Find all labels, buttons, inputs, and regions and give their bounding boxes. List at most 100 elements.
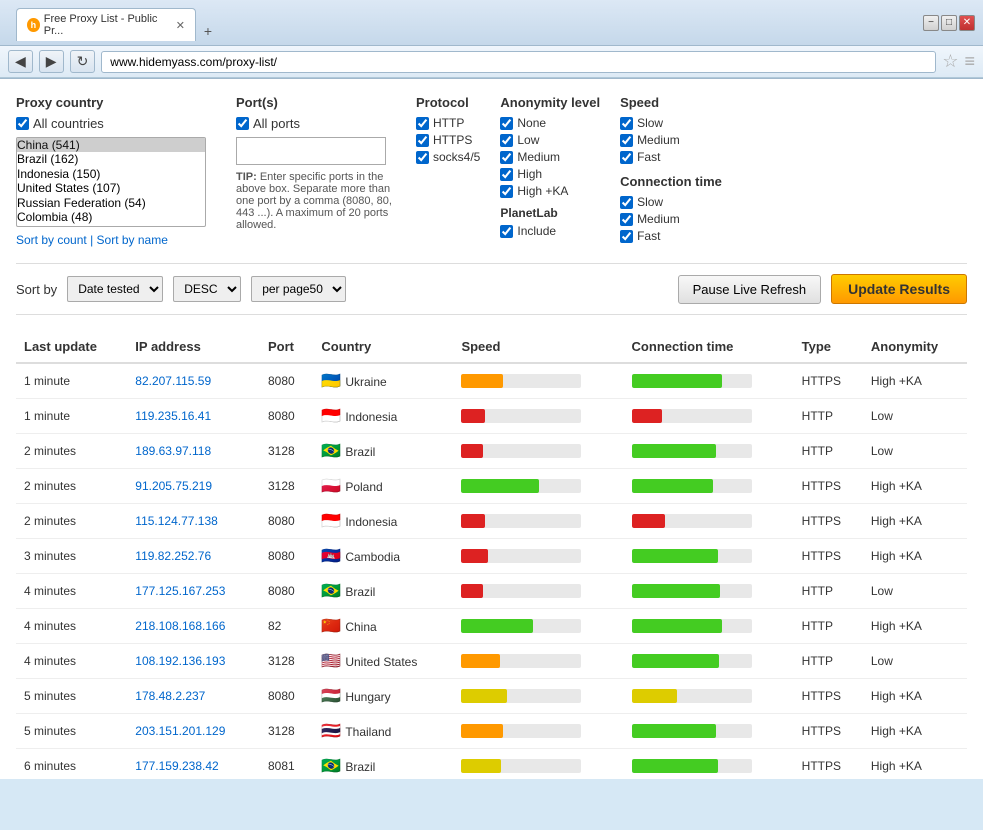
sort-by-name-link[interactable]: Sort by name: [97, 233, 168, 247]
country-list[interactable]: China (541) Brazil (162) Indonesia (150)…: [16, 137, 206, 227]
ports-filter: Port(s) All ports TIP: Enter specific po…: [236, 95, 396, 231]
flag-icon: 🇧🇷: [321, 443, 341, 460]
protocol-socks-checkbox[interactable]: [416, 151, 429, 164]
cell-anonymity: Low: [863, 574, 967, 609]
all-ports-checkbox[interactable]: [236, 117, 249, 130]
cell-ip[interactable]: 218.108.168.166: [127, 609, 260, 644]
ip-link[interactable]: 218.108.168.166: [135, 619, 225, 633]
cell-ip[interactable]: 203.151.201.129: [127, 714, 260, 749]
cell-ip[interactable]: 91.205.75.219: [127, 469, 260, 504]
anon-highka-checkbox[interactable]: [500, 185, 513, 198]
table-row: 1 minute 119.235.16.41 8080 🇮🇩Indonesia …: [16, 399, 967, 434]
ip-link[interactable]: 119.82.252.76: [135, 549, 211, 563]
conn-bar-fill: [632, 409, 662, 423]
refresh-button[interactable]: ↻: [70, 50, 96, 73]
cell-speed: [453, 679, 623, 714]
anon-none-checkbox[interactable]: [500, 117, 513, 130]
proxy-country-label: Proxy country: [16, 95, 216, 110]
active-tab[interactable]: h Free Proxy List - Public Pr... ✕: [16, 8, 196, 41]
cell-type: HTTP: [794, 434, 863, 469]
tab-close-icon[interactable]: ✕: [176, 19, 185, 32]
cell-ip[interactable]: 189.63.97.118: [127, 434, 260, 469]
cell-port: 8080: [260, 679, 313, 714]
cell-speed: [453, 399, 623, 434]
table-row: 1 minute 82.207.115.59 8080 🇺🇦Ukraine HT…: [16, 363, 967, 399]
sort-by-label: Sort by: [16, 282, 57, 297]
cell-ip[interactable]: 115.124.77.138: [127, 504, 260, 539]
sort-field-select[interactable]: Date tested: [67, 276, 163, 302]
star-icon[interactable]: ☆: [942, 51, 958, 72]
cell-ip[interactable]: 178.48.2.237: [127, 679, 260, 714]
ip-link[interactable]: 91.205.75.219: [135, 479, 212, 493]
cell-last-update: 5 minutes: [16, 714, 127, 749]
menu-icon[interactable]: ≡: [964, 51, 975, 72]
cell-ip[interactable]: 82.207.115.59: [127, 363, 260, 399]
cell-country: 🇧🇷Brazil: [313, 749, 453, 780]
cell-country: 🇵🇱Poland: [313, 469, 453, 504]
ip-link[interactable]: 177.125.167.253: [135, 584, 225, 598]
cell-port: 8080: [260, 539, 313, 574]
cell-ip[interactable]: 108.192.136.193: [127, 644, 260, 679]
cell-ip[interactable]: 119.82.252.76: [127, 539, 260, 574]
cell-connection-time: [624, 609, 794, 644]
planetlab-include-checkbox[interactable]: [500, 225, 513, 238]
cell-ip[interactable]: 119.235.16.41: [127, 399, 260, 434]
back-button[interactable]: ◀: [8, 50, 33, 73]
filters-section: Proxy country All countries China (541) …: [16, 95, 967, 247]
address-bar[interactable]: [101, 51, 936, 73]
table-row: 5 minutes 178.48.2.237 8080 🇭🇺Hungary HT…: [16, 679, 967, 714]
cell-port: 82: [260, 609, 313, 644]
conn-slow-checkbox[interactable]: [620, 196, 633, 209]
cell-last-update: 2 minutes: [16, 469, 127, 504]
cell-connection-time: [624, 434, 794, 469]
cell-last-update: 5 minutes: [16, 679, 127, 714]
new-tab-button[interactable]: +: [198, 21, 218, 41]
minimize-button[interactable]: −: [923, 15, 939, 31]
close-button[interactable]: ✕: [959, 15, 975, 31]
sort-by-count-link[interactable]: Sort by count: [16, 233, 87, 247]
cell-type: HTTPS: [794, 679, 863, 714]
all-countries-row: All countries: [16, 116, 216, 131]
ip-link[interactable]: 178.48.2.237: [135, 689, 205, 703]
cell-port: 8081: [260, 749, 313, 780]
anon-medium-label: Medium: [517, 150, 560, 164]
speed-bar-fill: [461, 584, 483, 598]
update-results-button[interactable]: Update Results: [831, 274, 967, 304]
flag-icon: 🇭🇺: [321, 688, 341, 705]
ip-link[interactable]: 177.159.238.42: [135, 759, 218, 773]
protocol-https-checkbox[interactable]: [416, 134, 429, 147]
table-row: 4 minutes 218.108.168.166 82 🇨🇳China HTT…: [16, 609, 967, 644]
ip-link[interactable]: 108.192.136.193: [135, 654, 225, 668]
anon-low-checkbox[interactable]: [500, 134, 513, 147]
protocol-http-checkbox[interactable]: [416, 117, 429, 130]
cell-ip[interactable]: 177.159.238.42: [127, 749, 260, 780]
forward-button[interactable]: ▶: [39, 50, 64, 73]
pause-live-refresh-button[interactable]: Pause Live Refresh: [678, 275, 821, 304]
anon-high-checkbox[interactable]: [500, 168, 513, 181]
anon-medium-checkbox[interactable]: [500, 151, 513, 164]
speed-slow-checkbox[interactable]: [620, 117, 633, 130]
ip-link[interactable]: 189.63.97.118: [135, 444, 211, 458]
maximize-button[interactable]: □: [941, 15, 957, 31]
ip-link[interactable]: 115.124.77.138: [135, 514, 218, 528]
speed-label: Speed: [620, 95, 722, 110]
port-input[interactable]: [236, 137, 386, 165]
sort-order-select[interactable]: DESC ASC: [173, 276, 241, 302]
planetlab-section: PlanetLab Include: [500, 206, 600, 238]
conn-fast-checkbox[interactable]: [620, 230, 633, 243]
conn-medium-checkbox[interactable]: [620, 213, 633, 226]
col-port: Port: [260, 331, 313, 363]
ip-link[interactable]: 119.235.16.41: [135, 409, 211, 423]
speed-medium-checkbox[interactable]: [620, 134, 633, 147]
ip-link[interactable]: 82.207.115.59: [135, 374, 211, 388]
flag-icon: 🇧🇷: [321, 583, 341, 600]
all-countries-checkbox[interactable]: [16, 117, 29, 130]
per-page-select[interactable]: per page50 per page30 per page20: [251, 276, 346, 302]
ip-link[interactable]: 203.151.201.129: [135, 724, 225, 738]
cell-last-update: 2 minutes: [16, 504, 127, 539]
tab-bar: h Free Proxy List - Public Pr... ✕ +: [8, 4, 226, 41]
cell-ip[interactable]: 177.125.167.253: [127, 574, 260, 609]
speed-slow-label: Slow: [637, 116, 663, 130]
cell-speed: [453, 504, 623, 539]
speed-fast-checkbox[interactable]: [620, 151, 633, 164]
